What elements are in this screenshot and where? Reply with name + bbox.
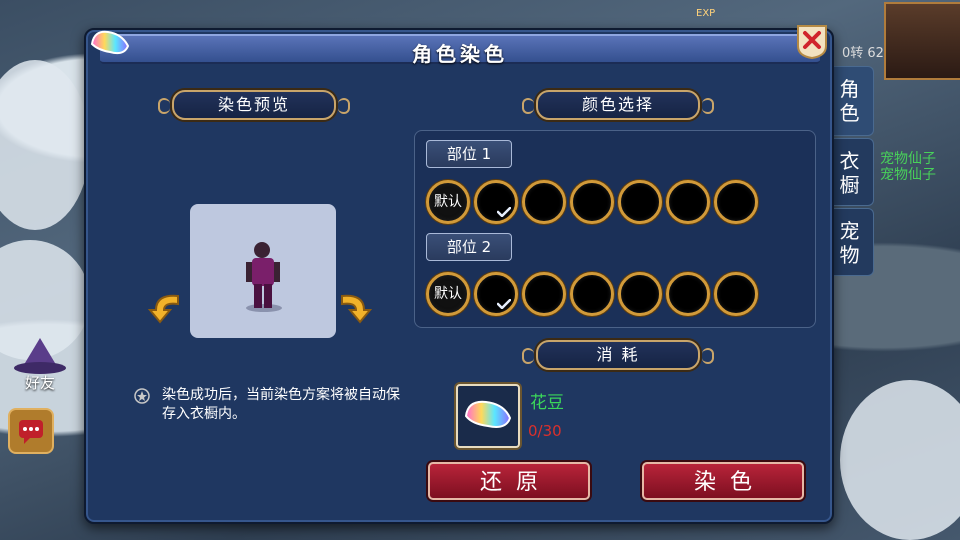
part-1-color-swatch[interactable] xyxy=(570,180,614,224)
rainbow-bean-icon xyxy=(464,400,512,428)
rotate-right-icon xyxy=(341,294,373,324)
part-1-color-swatch[interactable] xyxy=(618,180,662,224)
exp-label: EXP xyxy=(696,8,716,19)
title-bar: 角色染色 xyxy=(100,34,820,66)
rotate-left-button[interactable] xyxy=(146,286,186,326)
part-1-color-swatch[interactable] xyxy=(474,180,518,224)
preview-header: 染色预览 xyxy=(158,90,350,120)
tab-character-label: 角色 xyxy=(839,77,860,125)
part-1-color-swatch[interactable] xyxy=(714,180,758,224)
character-preview xyxy=(190,204,336,338)
rainbow-bean-icon xyxy=(90,30,130,55)
consume-header: 消 耗 xyxy=(522,340,714,370)
part-2-color-swatch[interactable] xyxy=(570,272,614,316)
rotate-right-button[interactable] xyxy=(334,286,374,326)
checkmark-icon xyxy=(497,207,511,217)
part-1-default-swatch[interactable]: 默认 xyxy=(426,180,470,224)
checkmark-icon xyxy=(497,299,511,309)
restore-button[interactable]: 还原 xyxy=(428,462,590,500)
part-2-default-swatch[interactable]: 默认 xyxy=(426,272,470,316)
part-2-label: 部位 2 xyxy=(426,233,512,261)
rotate-left-icon xyxy=(147,294,179,324)
item-count: 0/30 xyxy=(528,422,562,440)
part-2-color-swatch[interactable] xyxy=(714,272,758,316)
part-2-color-swatch[interactable] xyxy=(618,272,662,316)
player-avatar[interactable] xyxy=(884,2,960,80)
pet-name: 宠物仙子 xyxy=(880,167,936,183)
dye-button[interactable]: 染色 xyxy=(642,462,804,500)
tab-pet-label: 宠物 xyxy=(839,219,860,267)
close-button[interactable] xyxy=(792,20,832,60)
character-sprite xyxy=(246,242,282,312)
window-title: 角色染色 xyxy=(412,42,508,66)
level-label: 0转 62 xyxy=(842,46,884,61)
tab-wardrobe-label: 衣橱 xyxy=(839,149,860,197)
chat-bubble-icon xyxy=(19,420,43,444)
part-1-label: 部位 1 xyxy=(426,140,512,168)
color-select-header: 颜色选择 xyxy=(522,90,714,120)
friend-button[interactable]: 好友 xyxy=(10,336,70,392)
dye-note: 染色成功后，当前染色方案将被自动保存入衣橱内。 xyxy=(162,387,400,422)
chat-button[interactable] xyxy=(8,408,54,454)
part-1-color-swatch[interactable] xyxy=(522,180,566,224)
wizard-hat-icon xyxy=(14,338,66,374)
star-bullet-icon xyxy=(134,388,150,404)
item-name: 花豆 xyxy=(530,393,564,413)
part-1-color-swatch[interactable] xyxy=(666,180,710,224)
part-2-color-swatch[interactable] xyxy=(666,272,710,316)
part-2-color-swatch[interactable] xyxy=(522,272,566,316)
part-2-color-swatch[interactable] xyxy=(474,272,518,316)
dye-item-slot[interactable] xyxy=(456,384,520,448)
